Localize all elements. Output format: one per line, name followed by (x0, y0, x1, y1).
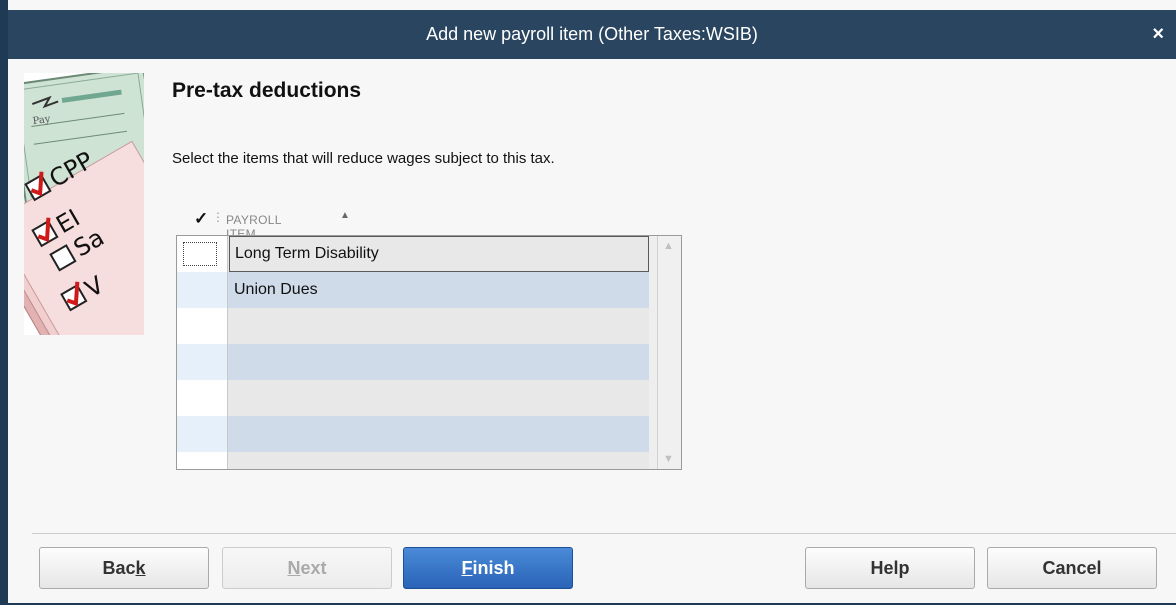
empty-row (177, 308, 649, 344)
empty-row (177, 452, 649, 469)
vertical-scrollbar[interactable]: ▲ ▼ (657, 236, 681, 469)
footer-divider (32, 533, 1176, 534)
check-column-header[interactable]: ✓ (194, 209, 208, 229)
cancel-button[interactable]: Cancel (987, 547, 1157, 589)
scroll-up-icon[interactable]: ▲ (663, 240, 674, 252)
scroll-down-icon[interactable]: ▼ (663, 453, 674, 465)
dialog-content: Pay CPP EI Sa V Pre-tax deductions Selec… (8, 59, 1176, 603)
checkbox-cell[interactable] (177, 272, 228, 308)
finish-button[interactable]: Finish (403, 547, 573, 589)
close-icon[interactable]: × (1152, 10, 1164, 59)
payroll-checklist-illustration: Pay CPP EI Sa V (24, 73, 144, 335)
empty-row (177, 380, 649, 416)
back-button[interactable]: Back (39, 547, 209, 589)
checkbox-cell[interactable] (177, 236, 228, 272)
sort-ascending-icon[interactable]: ▲ (340, 210, 350, 221)
column-separator: ⋮ (212, 210, 224, 224)
row-checkbox[interactable] (183, 242, 217, 266)
empty-row (177, 344, 649, 380)
title-bar[interactable]: Add new payroll item (Other Taxes:WSIB) … (8, 10, 1176, 59)
page-title: Pre-tax deductions (172, 79, 362, 102)
help-button[interactable]: Help (805, 547, 975, 589)
table-row[interactable]: Long Term Disability (177, 236, 649, 272)
payroll-item-dialog: Add new payroll item (Other Taxes:WSIB) … (0, 0, 1176, 605)
window-title: Add new payroll item (Other Taxes:WSIB) (426, 24, 758, 44)
payroll-item-name[interactable]: Long Term Disability (229, 236, 649, 272)
payroll-item-name[interactable]: Union Dues (229, 272, 649, 308)
next-button[interactable]: Next (222, 547, 392, 589)
table-row[interactable]: Union Dues (177, 272, 649, 308)
instruction-text: Select the items that will reduce wages … (172, 150, 555, 167)
empty-row (177, 416, 649, 452)
payroll-items-table: Long Term Disability Union Dues ▲ ▼ (176, 235, 682, 470)
